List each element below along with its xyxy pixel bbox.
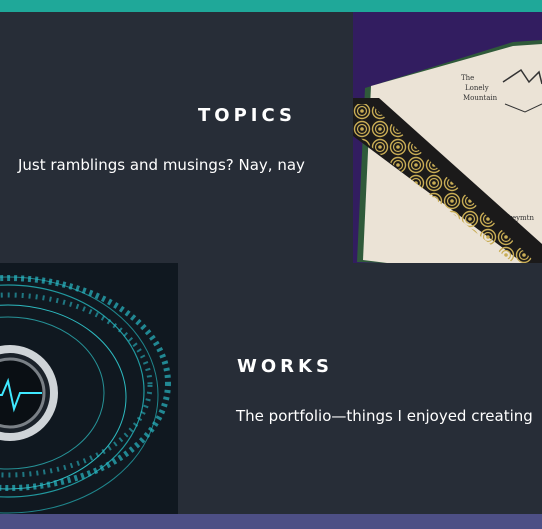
svg-text:The: The	[461, 74, 474, 82]
svg-text:Lonely: Lonely	[465, 84, 489, 92]
binary-ring-image[interactable]	[0, 263, 178, 514]
top-accent-strip	[0, 0, 542, 12]
map-bookmark-image[interactable]: The Lonely Mountain Greymtn Mirk	[353, 12, 542, 263]
topics-heading[interactable]: TOPICS	[198, 105, 296, 126]
svg-text:Mountain: Mountain	[463, 94, 498, 102]
works-description: The portfolio—things I enjoyed creating	[236, 407, 533, 425]
bottom-accent-strip	[0, 514, 542, 529]
works-panel[interactable]: WORKS The portfolio—things I enjoyed cre…	[178, 263, 542, 514]
works-heading[interactable]: WORKS	[237, 356, 333, 377]
topics-panel[interactable]: TOPICS Just ramblings and musings? Nay, …	[0, 12, 353, 263]
topics-description: Just ramblings and musings? Nay, nay	[18, 156, 305, 174]
